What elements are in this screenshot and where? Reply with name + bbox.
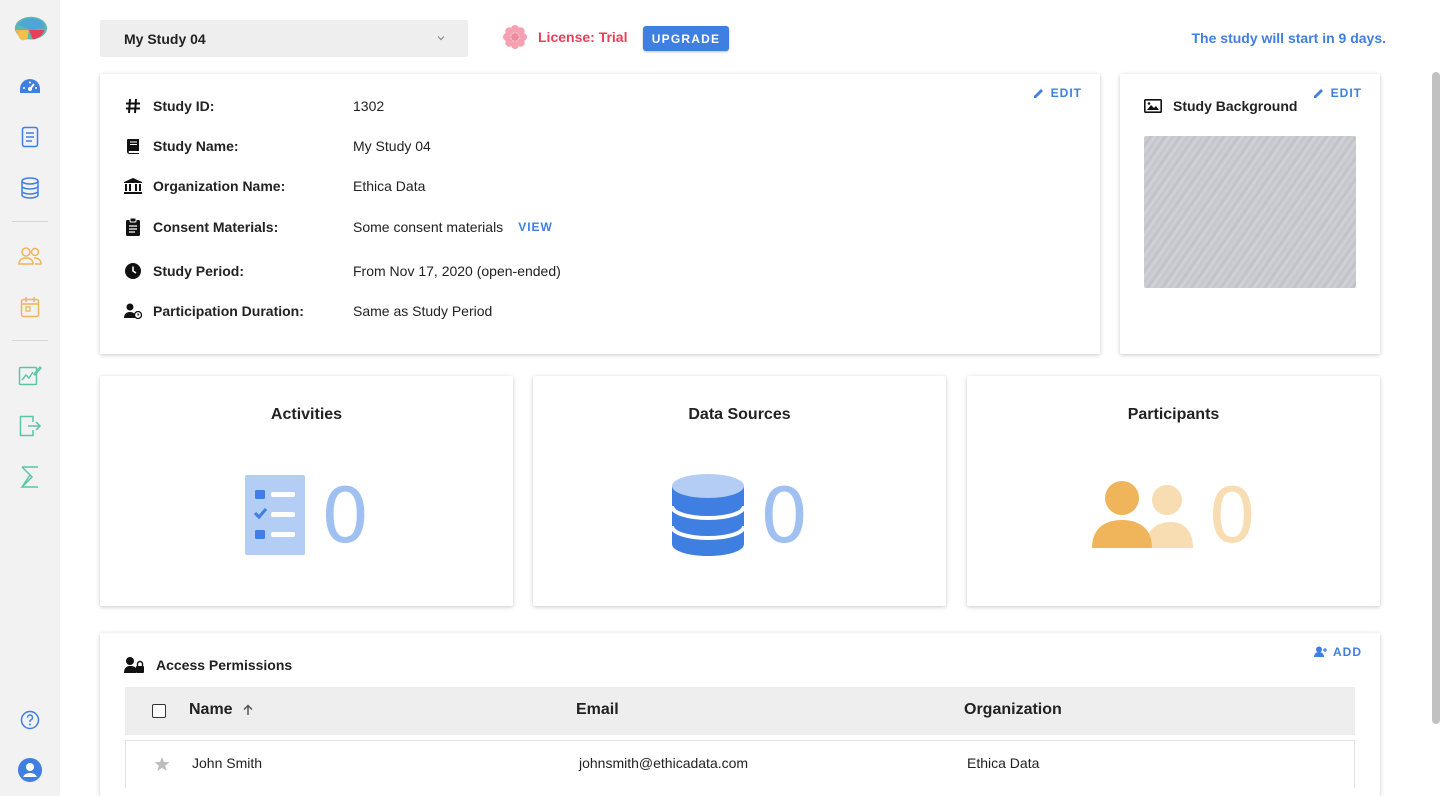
- study-background-card: EDIT Study Background: [1120, 74, 1380, 354]
- help-icon[interactable]: [12, 702, 48, 738]
- activities-count: 0: [321, 471, 370, 560]
- access-permissions-title: Access Permissions: [124, 657, 292, 673]
- edit-label: EDIT: [1050, 86, 1082, 100]
- info-value: 1302: [353, 98, 385, 114]
- permissions-table-header: Name Email Organization: [125, 687, 1355, 735]
- pencil-icon: [1033, 89, 1043, 98]
- database-icon[interactable]: [12, 170, 48, 206]
- info-label: Participation Duration:: [153, 303, 304, 319]
- column-header-organization[interactable]: Organization: [964, 701, 1062, 719]
- participants-icon[interactable]: [12, 238, 48, 274]
- study-background-image[interactable]: [1144, 136, 1356, 288]
- dashboard-icon[interactable]: [12, 69, 48, 105]
- license-status: License: Trial: [502, 24, 627, 50]
- column-header-name[interactable]: Name: [189, 701, 254, 719]
- account-avatar-icon[interactable]: [12, 752, 48, 788]
- row-organization: Ethica Data: [967, 755, 1040, 771]
- row-email: johnsmith@ethicadata.com: [579, 755, 749, 771]
- study-background-label: Study Background: [1173, 98, 1298, 114]
- clipboard-icon: [124, 218, 142, 236]
- arrow-up-icon: [243, 704, 253, 715]
- sigma-icon[interactable]: [12, 459, 48, 495]
- upgrade-button[interactable]: UPGRADE: [643, 26, 729, 51]
- data-sources-title: Data Sources: [688, 406, 791, 423]
- participants-group-icon: [1092, 481, 1193, 548]
- table-row[interactable]: John Smith johnsmith@ethicadata.com Ethi…: [125, 740, 1355, 788]
- row-name: John Smith: [192, 755, 263, 771]
- sidebar: [0, 0, 60, 796]
- info-value: My Study 04: [353, 138, 431, 154]
- clock-icon: [124, 262, 142, 280]
- star-icon[interactable]: [154, 756, 170, 772]
- select-all-checkbox[interactable]: [152, 704, 166, 718]
- study-start-message: The study will start in 9 days.: [1191, 30, 1387, 46]
- info-value: Ethica Data: [353, 178, 426, 194]
- checklist-icon: [245, 475, 305, 555]
- document-icon[interactable]: [12, 119, 48, 155]
- data-sources-card[interactable]: Data Sources 0: [533, 376, 946, 606]
- database-icon: [672, 474, 744, 556]
- hash-icon: [124, 97, 142, 115]
- info-label: Study Period:: [153, 263, 245, 279]
- chevron-down-icon: [437, 36, 445, 41]
- license-text: License: Trial: [538, 29, 628, 45]
- info-row-participation-duration: Participation Duration: Same as Study Pe…: [124, 301, 492, 321]
- image-icon: [1144, 99, 1162, 113]
- user-clock-icon: [124, 302, 142, 320]
- info-label: Study ID:: [153, 98, 215, 114]
- edit-label: EDIT: [1330, 86, 1362, 100]
- study-selector[interactable]: My Study 04: [100, 20, 468, 57]
- pencil-icon: [1313, 89, 1323, 98]
- edit-chart-icon[interactable]: [12, 357, 48, 393]
- participants-title: Participants: [1127, 406, 1220, 423]
- study-info-edit-button[interactable]: EDIT: [1033, 86, 1082, 100]
- export-icon[interactable]: [12, 408, 48, 444]
- add-label: ADD: [1333, 645, 1362, 659]
- column-header-email[interactable]: Email: [576, 701, 619, 719]
- participants-count: 0: [1208, 471, 1257, 560]
- participants-card[interactable]: Participants 0: [967, 376, 1380, 606]
- info-row-study-id: Study ID: 1302: [124, 96, 384, 116]
- info-label: Study Name:: [153, 138, 239, 154]
- study-background-title: Study Background: [1144, 98, 1297, 114]
- info-value: Same as Study Period: [353, 303, 493, 319]
- user-lock-icon: [124, 657, 144, 673]
- book-icon: [124, 137, 142, 155]
- consent-view-link[interactable]: VIEW: [518, 220, 553, 234]
- info-value: From Nov 17, 2020 (open-ended): [353, 263, 561, 279]
- sidebar-divider: [12, 221, 48, 222]
- activities-title: Activities: [270, 406, 343, 423]
- add-permission-button[interactable]: ADD: [1314, 645, 1362, 659]
- page-scrollbar[interactable]: [1432, 72, 1440, 724]
- info-row-consent: Consent Materials: Some consent material…: [124, 217, 553, 237]
- info-row-organization: Organization Name: Ethica Data: [124, 176, 425, 196]
- calendar-icon[interactable]: [12, 289, 48, 325]
- flower-icon: [503, 25, 527, 49]
- app-logo[interactable]: [12, 12, 48, 48]
- info-row-study-period: Study Period: From Nov 17, 2020 (open-en…: [124, 261, 561, 281]
- info-label: Consent Materials:: [153, 219, 279, 235]
- info-value: Some consent materials: [353, 219, 504, 235]
- activities-card[interactable]: Activities 0: [100, 376, 513, 606]
- study-info-card: EDIT Study ID: 1302 Study Name: My Study…: [100, 74, 1100, 354]
- institution-icon: [124, 177, 142, 195]
- sidebar-divider: [12, 340, 48, 341]
- info-label: Organization Name:: [153, 178, 286, 194]
- info-row-study-name: Study Name: My Study 04: [124, 136, 431, 156]
- study-selector-value: My Study 04: [124, 30, 206, 47]
- study-background-edit-button[interactable]: EDIT: [1313, 86, 1362, 100]
- data-sources-count: 0: [760, 471, 809, 560]
- add-user-icon: [1314, 646, 1327, 657]
- access-permissions-label: Access Permissions: [156, 657, 293, 673]
- access-permissions-card: ADD Access Permissions Name Email Organi…: [100, 633, 1380, 796]
- column-header-label: Name: [189, 701, 233, 718]
